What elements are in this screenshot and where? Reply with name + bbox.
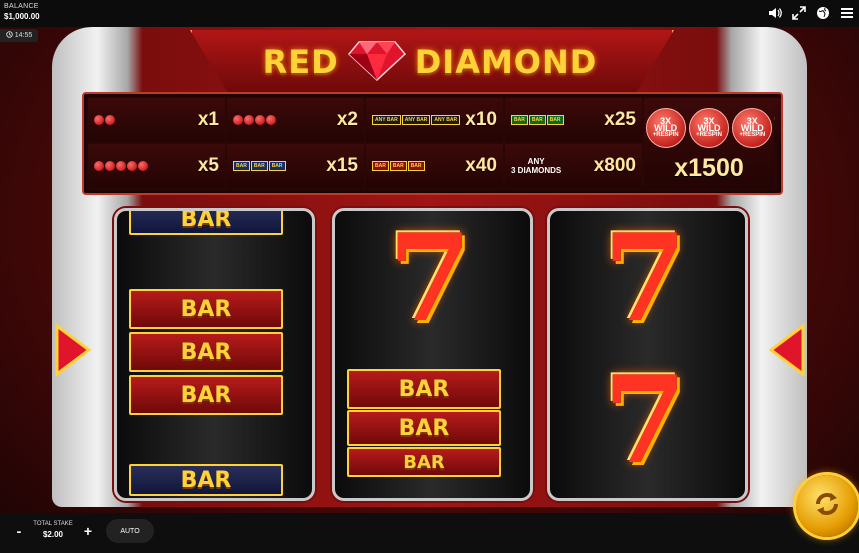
decrease-stake-button[interactable]: -: [8, 520, 30, 542]
paytable-cell: BAR BAR BAR x15: [227, 144, 364, 188]
seven-symbol: 7: [603, 349, 687, 491]
paytable-cell: BAR BAR BAR x25: [505, 98, 642, 142]
paytable-cell: ANY 3 DIAMONDS x800: [505, 144, 642, 188]
autoplay-button[interactable]: AUTO: [106, 519, 154, 543]
balance-label: BALANCE: [4, 3, 39, 10]
any-bar-label: ANY BAR: [431, 115, 461, 125]
red-bar-symbol: BAR BAR BAR: [372, 161, 425, 171]
any-bar-label: ANY BAR: [401, 115, 431, 125]
bar-symbol: BAR: [129, 464, 283, 496]
bar-symbol: BAR: [129, 375, 283, 415]
spin-icon: [810, 487, 844, 526]
menu-icon[interactable]: [839, 5, 855, 21]
payout-multiplier: x5: [197, 155, 219, 176]
top-icons: [767, 5, 855, 21]
paytable-cell: x1: [88, 98, 225, 142]
globe-icon[interactable]: [815, 5, 831, 21]
balance-value: $1,000.00: [4, 12, 40, 21]
payout-multiplier: x1: [197, 109, 219, 130]
bar-label: BAR: [250, 161, 268, 171]
spin-button[interactable]: [796, 475, 858, 537]
cherry-icon: [94, 161, 148, 171]
reel-2: 7 BAR BAR BAR: [332, 208, 533, 501]
wild-respin-icon: 3X WILD +RESPIN: [688, 108, 729, 148]
wild-respin-icon: 3X WILD +RESPIN: [645, 108, 686, 148]
seven-symbol: 7: [388, 208, 472, 349]
reel-1: BAR BAR BAR BAR BAR: [114, 208, 315, 501]
green-bar-symbol: BAR BAR BAR: [511, 115, 564, 125]
left-arrow-icon[interactable]: [53, 322, 93, 378]
payout-multiplier: x40: [465, 155, 497, 176]
right-arrow-icon[interactable]: [767, 322, 807, 378]
payout-multiplier: x15: [326, 155, 358, 176]
stake-label: TOTAL STAKE: [33, 521, 73, 527]
blue-bar-symbol: BAR BAR BAR: [233, 161, 286, 171]
fullscreen-icon[interactable]: [791, 5, 807, 21]
bar-symbol: BAR: [129, 211, 283, 235]
logo-word-red: RED: [262, 43, 339, 81]
bar-symbol: BAR: [347, 410, 501, 446]
paytable-cell: BAR BAR BAR x40: [366, 144, 503, 188]
stake-value: $2.00: [42, 530, 64, 539]
cherry-icon: [233, 115, 276, 125]
seven-symbol: 7: [603, 208, 687, 349]
bar-symbol: BAR: [129, 289, 283, 329]
paytable: x1 x2 ANY BAR ANY BAR ANY BAR x10 BAR BA…: [82, 92, 783, 195]
game-logo: RED DIAMOND: [220, 40, 640, 84]
wild-icons: 3X WILD +RESPIN 3X WILD +RESPIN 3X WILD …: [644, 108, 774, 148]
paytable-cell: x2: [227, 98, 364, 142]
diamonds-icon: ANY 3 DIAMONDS: [511, 157, 561, 175]
wild-payout: 3X WILD +RESPIN 3X WILD +RESPIN 3X WILD …: [644, 98, 774, 188]
bar-label: BAR: [546, 115, 564, 125]
any-diamonds-line2: 3 DIAMONDS: [511, 166, 562, 175]
bar-label: BAR: [528, 115, 546, 125]
speaker-icon[interactable]: [767, 5, 783, 21]
clock-time: 14:55: [14, 32, 33, 39]
diamond-icon: [347, 38, 407, 87]
bar-symbol: BAR: [129, 332, 283, 372]
clock-icon: [5, 31, 13, 40]
logo-word-diamond: DIAMOND: [414, 43, 598, 81]
any-diamonds-line1: ANY: [527, 157, 545, 166]
reel-3: 7 7: [547, 208, 748, 501]
bar-symbol: BAR: [347, 447, 501, 477]
any-bar-label: ANY BAR: [372, 115, 401, 125]
bar-label: BAR: [389, 161, 407, 171]
paytable-row-2: x5 BAR BAR BAR x15 BAR BAR BAR x40 ANY 3…: [88, 144, 644, 188]
paytable-cell: x5: [88, 144, 225, 188]
payout-multiplier: x25: [604, 109, 636, 130]
bar-label: BAR: [407, 161, 425, 171]
wild-respin-icon: 3X WILD +RESPIN: [732, 108, 773, 148]
bar-label: BAR: [511, 115, 528, 125]
payout-multiplier: x800: [593, 155, 636, 176]
any-bar-symbol: ANY BAR ANY BAR ANY BAR: [372, 115, 461, 125]
bar-label: BAR: [372, 161, 389, 171]
top-bar: BALANCE $1,000.00: [0, 0, 859, 27]
clock: 14:55: [0, 29, 38, 42]
paytable-cell: ANY BAR ANY BAR ANY BAR x10: [366, 98, 503, 142]
bar-label: BAR: [268, 161, 286, 171]
bar-symbol: BAR: [347, 369, 501, 409]
wild-multiplier: x1500: [674, 154, 744, 182]
bar-label: BAR: [233, 161, 250, 171]
cherry-icon: [94, 115, 115, 125]
payout-multiplier: x2: [336, 109, 358, 130]
payout-multiplier: x10: [465, 109, 497, 130]
increase-stake-button[interactable]: +: [77, 520, 99, 542]
